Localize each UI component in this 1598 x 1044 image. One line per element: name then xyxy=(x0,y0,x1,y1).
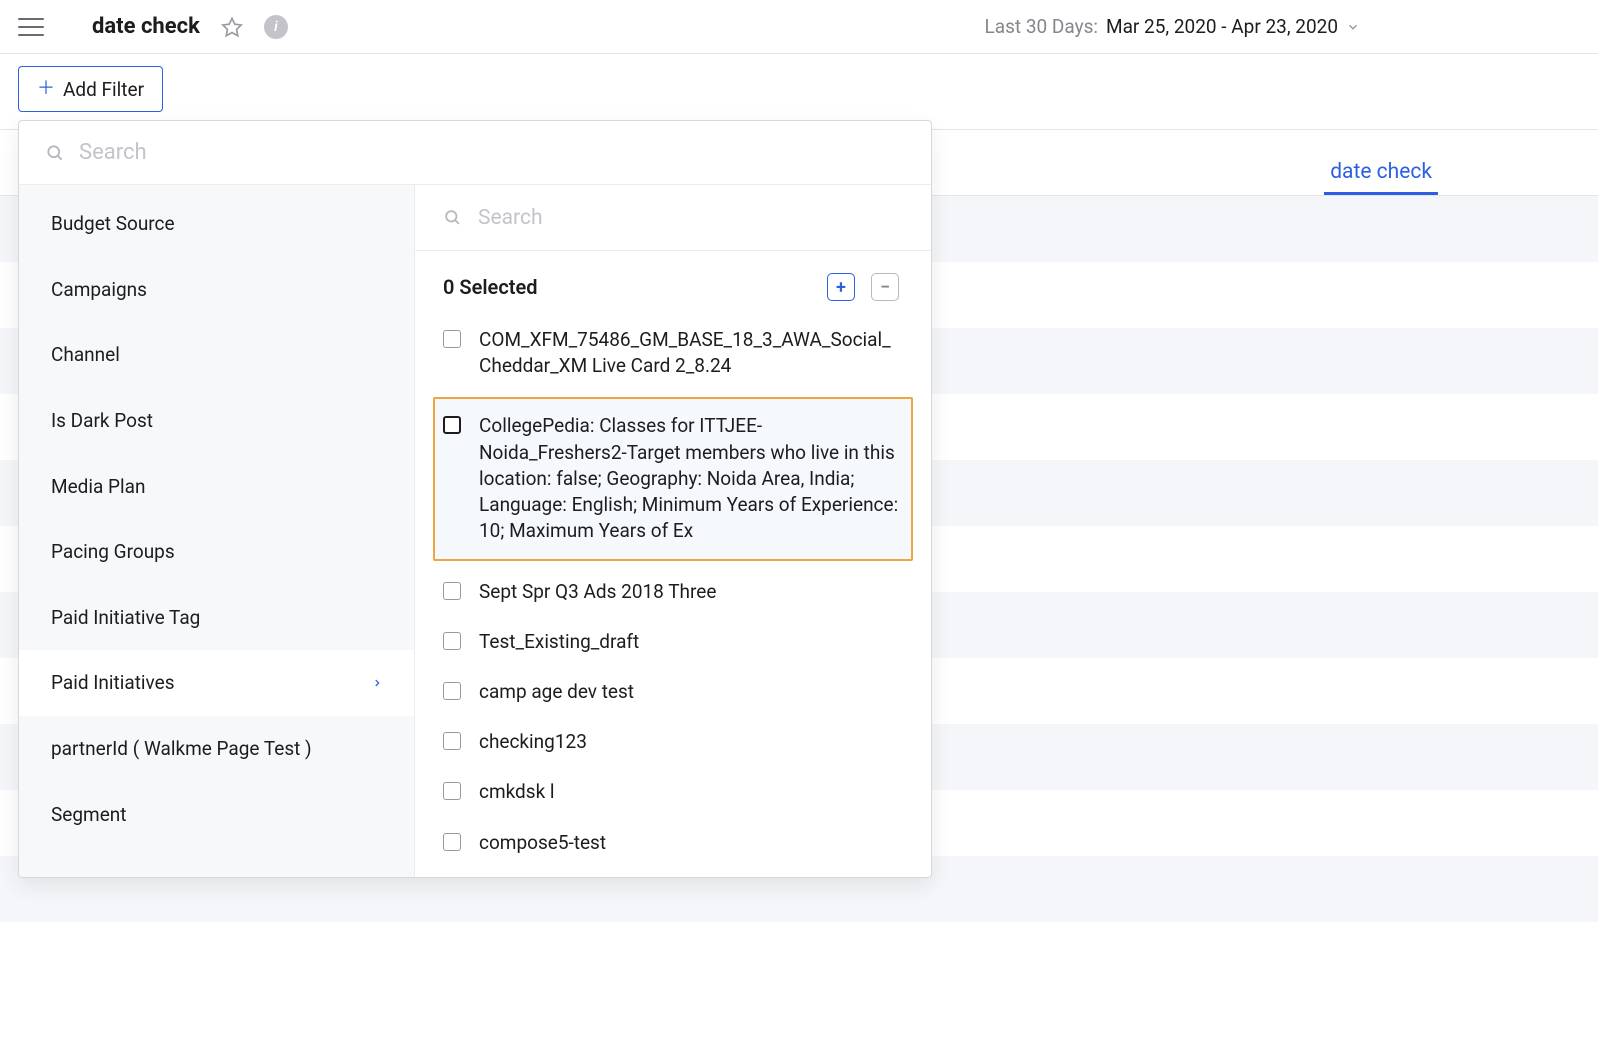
filter-value-label: Sept Spr Q3 Ads 2018 Three xyxy=(479,579,903,605)
filter-category-label: Pacing Groups xyxy=(51,539,175,565)
filter-category-item[interactable]: Channel xyxy=(19,322,414,388)
checkbox[interactable] xyxy=(443,782,461,800)
filter-popover: Budget Source Campaigns Channel Is Dark Pos… xyxy=(18,120,932,878)
filter-category-label: Is Dark Post xyxy=(51,408,153,434)
values-search-input[interactable] xyxy=(478,206,903,230)
daterange-picker[interactable]: Last 30 Days: Mar 25, 2020 - Apr 23, 202… xyxy=(985,15,1360,38)
filter-value-item[interactable]: COM_XFM_75486_GM_BASE_18_3_AWA_Social_Ch… xyxy=(437,315,909,391)
filter-category-label: Channel xyxy=(51,342,120,368)
filter-category-label: Budget Source xyxy=(51,211,175,237)
selected-count: 0 Selected xyxy=(443,275,538,299)
checkbox[interactable] xyxy=(443,682,461,700)
chevron-down-icon xyxy=(1346,20,1360,34)
filter-category-label: Paid Initiatives xyxy=(51,670,175,696)
filter-category-item[interactable]: Paid Initiative Tag xyxy=(19,585,414,651)
checkbox[interactable] xyxy=(443,582,461,600)
chevron-right-icon xyxy=(372,676,382,690)
filter-values-list: COM_XFM_75486_GM_BASE_18_3_AWA_Social_Ch… xyxy=(415,315,931,877)
filter-value-item[interactable]: checking123 xyxy=(437,717,909,767)
add-filter-label: Add Filter xyxy=(63,78,144,101)
info-icon[interactable]: i xyxy=(264,15,288,39)
filter-value-label: camp age dev test xyxy=(479,679,903,705)
filter-value-item[interactable]: CollegePedia: Classes for ITTJEE-Noida_F… xyxy=(433,397,913,560)
filter-value-item[interactable]: cmkdsk l xyxy=(437,767,909,817)
popover-search-input[interactable] xyxy=(79,140,905,165)
filter-category-label: Media Plan xyxy=(51,474,145,500)
daterange-value: Mar 25, 2020 - Apr 23, 2020 xyxy=(1106,15,1338,38)
filter-category-item[interactable]: Pacing Groups xyxy=(19,519,414,585)
filter-value-item[interactable]: Test_Existing_draft xyxy=(437,617,909,667)
checkbox[interactable] xyxy=(443,330,461,348)
tab-date-check[interactable]: date check xyxy=(1324,160,1438,195)
exclude-button[interactable]: − xyxy=(871,273,899,301)
filter-category-item[interactable]: Campaigns xyxy=(19,257,414,323)
filter-value-item[interactable]: compose5-test xyxy=(437,818,909,868)
checkbox[interactable] xyxy=(443,833,461,851)
daterange-label: Last 30 Days: xyxy=(985,15,1098,38)
filter-value-label: CollegePedia: Classes for ITTJEE-Noida_F… xyxy=(479,413,903,544)
filter-category-label: partnerId ( Walkme Page Test ) xyxy=(51,736,312,762)
menu-icon[interactable] xyxy=(18,18,44,36)
plus-icon: ＋ xyxy=(37,80,55,98)
filter-category-item[interactable]: partnerId ( Walkme Page Test ) xyxy=(19,716,414,782)
add-filter-button[interactable]: ＋ Add Filter xyxy=(18,66,163,112)
filter-category-pane: Budget Source Campaigns Channel Is Dark Pos… xyxy=(19,185,415,877)
filter-value-item[interactable]: Sept Spr Q3 Ads 2018 Three xyxy=(437,567,909,617)
top-bar: date check i Last 30 Days: Mar 25, 2020 … xyxy=(0,0,1598,54)
filter-category-label: Paid Initiative Tag xyxy=(51,605,200,631)
filter-value-label: cmkdsk l xyxy=(479,779,903,805)
filter-category-item[interactable]: Segment xyxy=(19,782,414,848)
filter-value-item[interactable]: camp age dev test xyxy=(437,667,909,717)
filter-category-item[interactable]: Media Plan xyxy=(19,454,414,520)
page-title: date check xyxy=(92,14,200,39)
filter-value-label: COM_XFM_75486_GM_BASE_18_3_AWA_Social_Ch… xyxy=(479,327,903,379)
checkbox[interactable] xyxy=(443,632,461,650)
filter-values-pane: 0 Selected + − COM_XFM_75486_GM_BASE_18_… xyxy=(415,185,931,877)
include-button[interactable]: + xyxy=(827,273,855,301)
filter-value-label: compose5-test xyxy=(479,830,903,856)
star-icon[interactable] xyxy=(220,15,244,39)
search-icon xyxy=(45,143,65,163)
filter-category-item[interactable]: Paid Initiatives xyxy=(19,650,414,716)
filter-category-label: Segment xyxy=(51,802,126,828)
checkbox[interactable] xyxy=(443,732,461,750)
filter-value-label: checking123 xyxy=(479,729,903,755)
values-search xyxy=(415,185,931,251)
popover-body: Budget Source Campaigns Channel Is Dark Pos… xyxy=(19,185,931,877)
selected-header: 0 Selected + − xyxy=(415,251,931,315)
tab-label: date check xyxy=(1330,160,1432,184)
search-icon xyxy=(443,208,462,227)
filter-value-label: Test_Existing_draft xyxy=(479,629,903,655)
table-row xyxy=(0,922,1598,988)
filter-category-label: Campaigns xyxy=(51,277,147,303)
filter-category-item[interactable]: Budget Source xyxy=(19,191,414,257)
popover-search-outer xyxy=(19,121,931,185)
checkbox[interactable] xyxy=(443,416,461,434)
filter-category-item[interactable]: Is Dark Post xyxy=(19,388,414,454)
filter-bar: ＋ Add Filter xyxy=(0,54,1598,130)
